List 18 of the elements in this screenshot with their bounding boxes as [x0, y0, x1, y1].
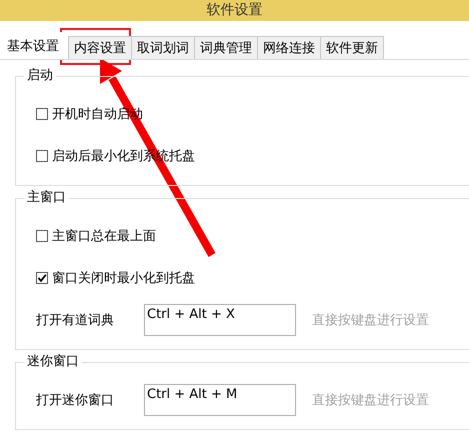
checkbox[interactable] [36, 150, 48, 162]
tab[interactable]: 取词划词 [131, 36, 195, 59]
hotkey-label: 打开有道词典 [36, 312, 115, 329]
hotkey-field[interactable]: Ctrl + Alt + M [144, 384, 296, 416]
checkbox-label: 窗口关闭时最小化到托盘 [52, 270, 195, 287]
checkbox[interactable] [36, 230, 48, 242]
window-title: 软件设置 [206, 2, 262, 18]
hotkey-hint: 直接按键盘进行设置 [312, 312, 429, 329]
checkbox[interactable] [36, 108, 48, 120]
tab[interactable]: 词典管理 [194, 36, 258, 59]
tab[interactable]: 内容设置 [68, 36, 132, 59]
tab[interactable]: 网络连接 [257, 36, 321, 59]
hotkey-hint: 直接按键盘进行设置 [312, 392, 429, 409]
hotkey-label: 打开迷你窗口 [36, 392, 115, 409]
checkbox-label: 主窗口总在最上面 [52, 228, 156, 245]
hotkey-field[interactable]: Ctrl + Alt + X [144, 304, 296, 336]
tab[interactable]: 软件更新 [320, 36, 384, 59]
checkbox[interactable] [36, 272, 48, 284]
